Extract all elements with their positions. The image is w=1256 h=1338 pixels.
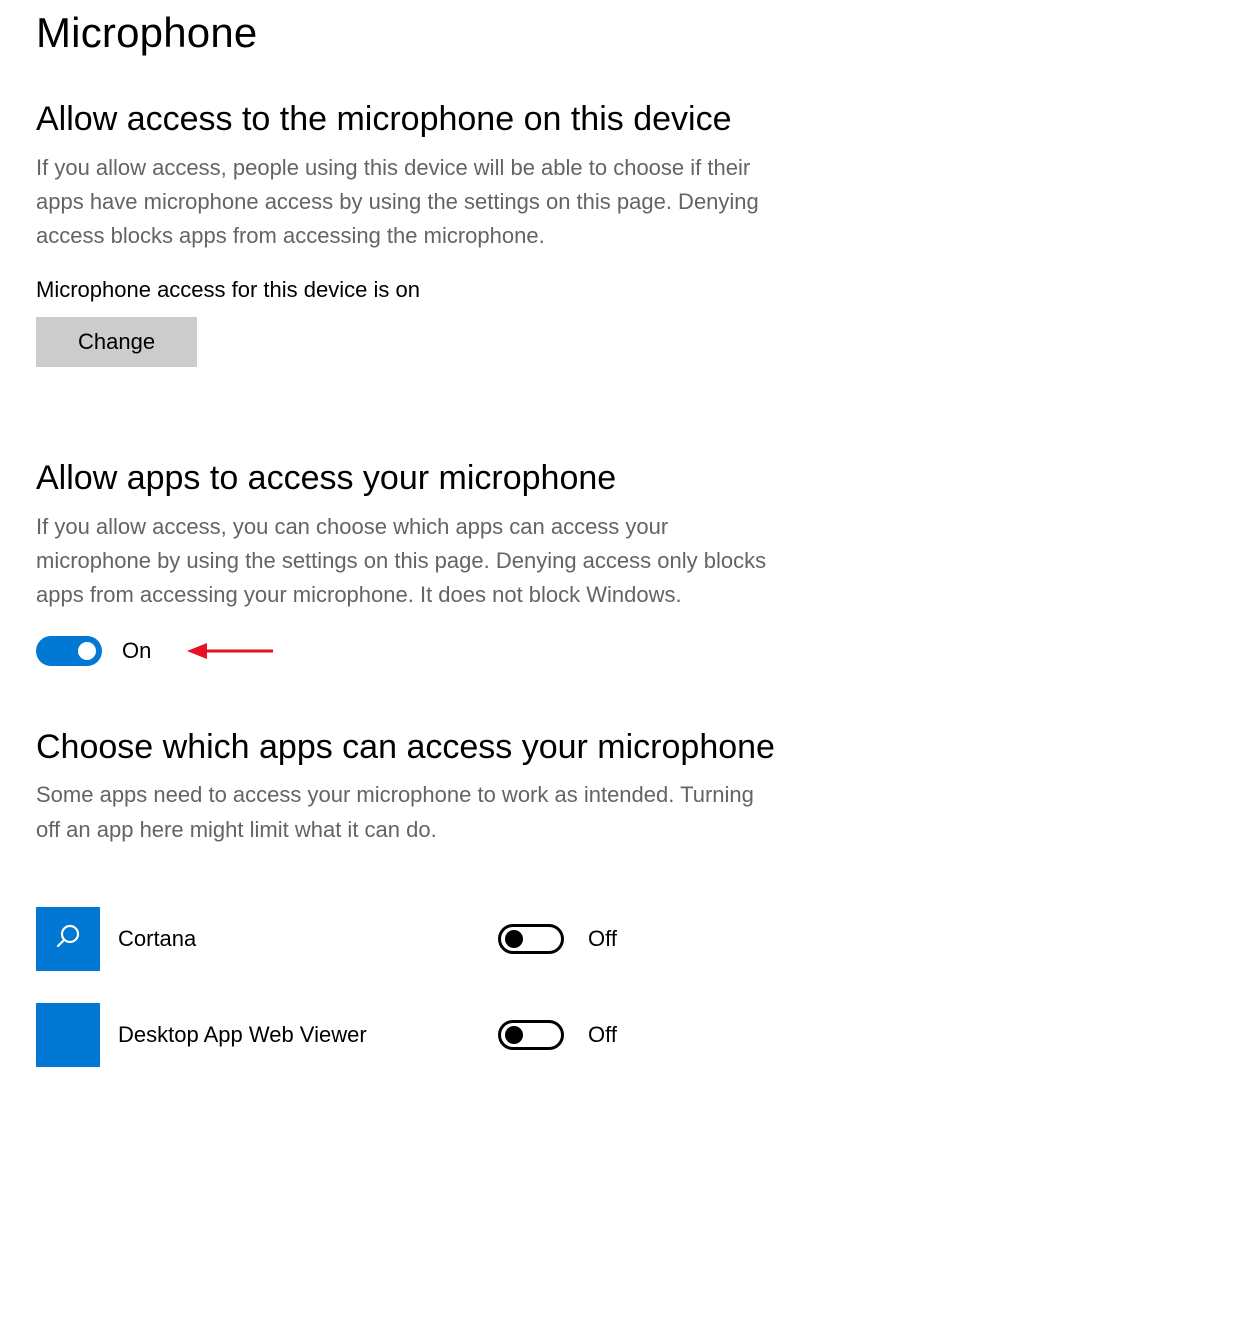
app-toggle-label: Off bbox=[588, 1022, 617, 1048]
section-desc-device-access: If you allow access, people using this d… bbox=[36, 151, 776, 277]
section-heading-apps-access: Allow apps to access your microphone bbox=[36, 457, 1220, 510]
app-row-cortana: Cortana Off bbox=[36, 907, 1220, 971]
search-icon bbox=[54, 922, 82, 955]
app-toggle-desktop-app-web-viewer[interactable] bbox=[498, 1020, 564, 1050]
app-icon-desktop-app-web-viewer bbox=[36, 1003, 100, 1067]
section-desc-choose-apps: Some apps need to access your microphone… bbox=[36, 778, 776, 870]
change-button[interactable]: Change bbox=[36, 317, 197, 367]
device-access-status: Microphone access for this device is on bbox=[36, 277, 1220, 317]
section-heading-choose-apps: Choose which apps can access your microp… bbox=[36, 726, 1220, 779]
apps-access-toggle-label: On bbox=[122, 638, 151, 664]
section-desc-apps-access: If you allow access, you can choose whic… bbox=[36, 510, 776, 636]
app-toggle-cortana[interactable] bbox=[498, 924, 564, 954]
app-row-desktop-app-web-viewer: Desktop App Web Viewer Off bbox=[36, 1003, 1220, 1067]
app-icon-cortana bbox=[36, 907, 100, 971]
app-toggle-label: Off bbox=[588, 926, 617, 952]
apps-access-toggle[interactable] bbox=[36, 636, 102, 666]
app-name-label: Desktop App Web Viewer bbox=[118, 1022, 498, 1048]
app-name-label: Cortana bbox=[118, 926, 498, 952]
annotation-arrow-icon bbox=[187, 641, 275, 661]
section-heading-device-access: Allow access to the microphone on this d… bbox=[36, 98, 1220, 151]
page-title: Microphone bbox=[36, 0, 1220, 98]
